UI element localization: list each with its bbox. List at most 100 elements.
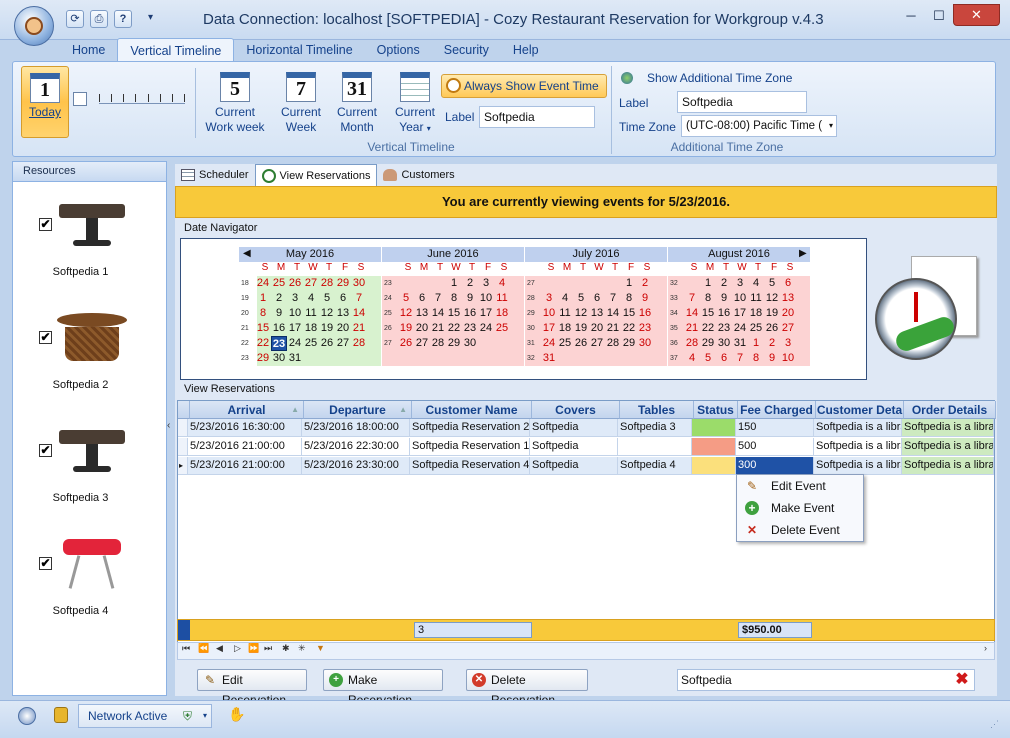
calendar-day[interactable]: 27: [780, 321, 796, 336]
row-indicator[interactable]: ▸: [178, 457, 188, 475]
calendar-day[interactable]: 6: [335, 291, 351, 306]
hand-icon[interactable]: ✋: [228, 706, 245, 724]
calendar-day[interactable]: 29: [621, 336, 637, 351]
calendar-day[interactable]: 25: [748, 321, 764, 336]
calendar-day[interactable]: 23: [637, 321, 653, 336]
calendar-day[interactable]: [335, 351, 351, 366]
calendar-day[interactable]: 6: [414, 291, 430, 306]
calendar-day[interactable]: 18: [494, 306, 510, 321]
calendar-day[interactable]: 7: [351, 291, 367, 306]
calendar-day[interactable]: 1: [446, 276, 462, 291]
calendar-day[interactable]: 21: [605, 321, 621, 336]
calendar-day[interactable]: 20: [589, 321, 605, 336]
calendar-day[interactable]: 2: [462, 276, 478, 291]
calendar-day[interactable]: 16: [271, 321, 287, 336]
refresh-icon[interactable]: ⟳: [66, 10, 84, 28]
calendar-day[interactable]: 2: [764, 336, 780, 351]
calendar-day[interactable]: [351, 351, 367, 366]
calendar-day[interactable]: 10: [732, 291, 748, 306]
calendar-day[interactable]: 4: [303, 291, 319, 306]
calendar-day[interactable]: [319, 351, 335, 366]
tab-view-reservations[interactable]: View Reservations: [254, 164, 378, 186]
cell-cust-details[interactable]: Softpedia is a libra: [814, 457, 902, 475]
calendar-day[interactable]: 23: [716, 321, 732, 336]
prev-month-icon[interactable]: ◀: [243, 248, 251, 259]
cell-arrival[interactable]: 5/23/2016 16:30:00: [188, 419, 302, 437]
calendar-day[interactable]: 7: [605, 291, 621, 306]
last-record-icon[interactable]: ⏭: [264, 643, 272, 654]
cell-customer[interactable]: Softpedia Reservation 1: [410, 438, 530, 456]
calendar-day[interactable]: 18: [748, 306, 764, 321]
calendar-day[interactable]: 19: [573, 321, 589, 336]
cell-tables[interactable]: Softpedia 3: [618, 419, 692, 437]
calendar-day[interactable]: 27: [335, 336, 351, 351]
filter-icon[interactable]: ▼: [316, 643, 325, 653]
calendar-day[interactable]: 13: [589, 306, 605, 321]
calendar-day[interactable]: 28: [605, 336, 621, 351]
calendar-day[interactable]: 24: [255, 276, 271, 291]
calendar-day[interactable]: 6: [716, 351, 732, 366]
calendar-day[interactable]: 5: [319, 291, 335, 306]
row-indicator[interactable]: [178, 419, 188, 437]
calendar-day[interactable]: [494, 336, 510, 351]
calendar-day[interactable]: [573, 351, 589, 366]
tab-home[interactable]: Home: [60, 38, 117, 62]
column-header-fee-charged[interactable]: Fee Charged: [738, 401, 816, 419]
tab-options[interactable]: Options: [365, 38, 432, 62]
cell-arrival[interactable]: 5/23/2016 21:00:00: [188, 438, 302, 456]
calendar-day[interactable]: 25: [303, 336, 319, 351]
calendar-day[interactable]: 21: [351, 321, 367, 336]
calendar-day[interactable]: 26: [287, 276, 303, 291]
calendar-day[interactable]: 8: [255, 306, 271, 321]
column-header-tables[interactable]: Tables: [620, 401, 694, 419]
calendar-day[interactable]: 26: [573, 336, 589, 351]
help-icon[interactable]: ?: [114, 10, 132, 28]
calendar-day[interactable]: 27: [303, 276, 319, 291]
first-record-icon[interactable]: ⏮: [182, 643, 190, 654]
calendar-day[interactable]: 31: [541, 351, 557, 366]
column-header-departure[interactable]: Departure ▲: [304, 401, 412, 419]
calendar-day[interactable]: 4: [494, 276, 510, 291]
maximize-button[interactable]: ☐: [926, 6, 952, 28]
cell-arrival[interactable]: 5/23/2016 21:00:00: [188, 457, 302, 475]
calendar-day[interactable]: 8: [621, 291, 637, 306]
calendar-day[interactable]: 13: [780, 291, 796, 306]
calendar-day[interactable]: 28: [684, 336, 700, 351]
calendar-day[interactable]: 10: [541, 306, 557, 321]
lock-icon[interactable]: [54, 707, 68, 723]
cell-order-details[interactable]: Softpedia is a libra: [902, 457, 994, 475]
calendar-day[interactable]: 29: [446, 336, 462, 351]
print-icon[interactable]: ⎙: [90, 10, 108, 28]
calendar-day[interactable]: 25: [271, 276, 287, 291]
calendar-day[interactable]: 24: [541, 336, 557, 351]
calendar-day[interactable]: [430, 351, 446, 366]
calendar-day[interactable]: 17: [478, 306, 494, 321]
calendar-day[interactable]: 19: [764, 306, 780, 321]
tab-help[interactable]: Help: [501, 38, 551, 62]
current-month-button[interactable]: 31 Current Month: [327, 72, 387, 135]
calendar-day[interactable]: [589, 276, 605, 291]
calendar-day[interactable]: 12: [573, 306, 589, 321]
calendar-day[interactable]: 5: [700, 351, 716, 366]
calendar-day[interactable]: 11: [494, 291, 510, 306]
minimize-button[interactable]: ─: [898, 6, 924, 28]
cell-order-details[interactable]: Softpedia is a libra: [902, 438, 994, 456]
calendar-day[interactable]: 16: [637, 306, 653, 321]
calendar-day[interactable]: 25: [494, 321, 510, 336]
calendar-day[interactable]: 10: [780, 351, 796, 366]
calendar-day[interactable]: 17: [541, 321, 557, 336]
calendar-day[interactable]: 16: [462, 306, 478, 321]
calendar-day[interactable]: 25: [557, 336, 573, 351]
calendar-day[interactable]: 22: [446, 321, 462, 336]
calendar-day[interactable]: 21: [684, 321, 700, 336]
collapse-panel-icon[interactable]: ‹: [167, 420, 175, 440]
calendar-day[interactable]: 9: [462, 291, 478, 306]
status-refresh-icon[interactable]: [18, 707, 36, 725]
resize-grip-icon[interactable]: ⋰: [990, 719, 999, 730]
calendar-day[interactable]: 15: [255, 321, 271, 336]
calendar-day[interactable]: 27: [414, 336, 430, 351]
calendar-day[interactable]: 19: [398, 321, 414, 336]
calendar-day[interactable]: [478, 336, 494, 351]
column-header-customer-details[interactable]: Customer Deta: [816, 401, 904, 419]
calendar-day[interactable]: [446, 351, 462, 366]
